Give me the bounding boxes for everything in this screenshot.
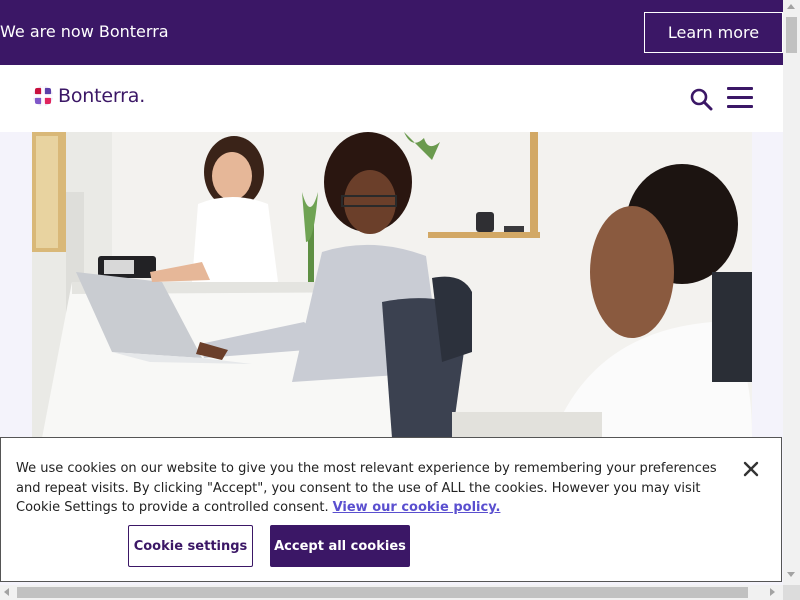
announcement-banner: We are now Bonterra Learn more	[0, 0, 783, 65]
close-icon[interactable]	[742, 460, 760, 478]
hero-image	[32, 132, 752, 438]
bonterra-logo-mark-icon	[33, 86, 53, 106]
logo-text: Bonterra	[58, 85, 140, 107]
scroll-up-arrow-icon[interactable]	[787, 4, 795, 9]
horizontal-scroll-thumb[interactable]	[17, 587, 748, 598]
scroll-right-arrow-icon[interactable]	[770, 588, 775, 596]
bonterra-logo[interactable]: Bonterra.	[32, 85, 145, 107]
logo-dot: .	[139, 85, 146, 107]
horizontal-scrollbar[interactable]	[0, 585, 783, 600]
site-header: Bonterra.	[0, 65, 783, 132]
scrollbar-corner	[783, 585, 800, 600]
hamburger-menu-icon[interactable]	[727, 87, 753, 109]
vertical-scroll-thumb[interactable]	[786, 17, 797, 53]
scroll-left-arrow-icon[interactable]	[4, 588, 9, 596]
cookie-settings-button[interactable]: Cookie settings	[128, 525, 253, 567]
office-photo	[32, 132, 752, 438]
cookie-message: We use cookies on our website to give yo…	[16, 459, 726, 518]
page-viewport: We are now Bonterra Learn more Bonterra.	[0, 0, 783, 585]
banner-text: We are now Bonterra	[0, 22, 169, 41]
accept-all-cookies-button[interactable]: Accept all cookies	[270, 525, 410, 567]
search-icon[interactable]	[689, 87, 713, 111]
vertical-scrollbar[interactable]	[783, 0, 800, 585]
cookie-consent-dialog: We use cookies on our website to give yo…	[0, 437, 782, 582]
scroll-down-arrow-icon[interactable]	[787, 572, 795, 577]
learn-more-button[interactable]: Learn more	[644, 12, 783, 53]
cookie-policy-link[interactable]: View our cookie policy.	[333, 500, 501, 515]
